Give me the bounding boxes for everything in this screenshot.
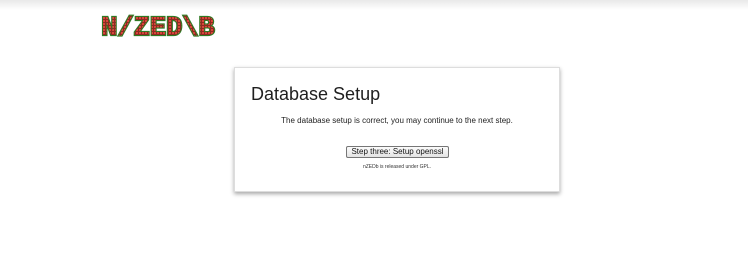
status-message: The database setup is correct, you may c… bbox=[281, 116, 513, 125]
license-note: nZEDb is released under GPL. bbox=[362, 164, 432, 170]
next-step-button[interactable]: Step three: Setup openssl bbox=[346, 146, 449, 158]
page-title: Database Setup bbox=[251, 84, 381, 104]
nzedb-logo: N/ZED\B bbox=[97, 11, 219, 45]
logo-text: N/ZED\B bbox=[101, 14, 214, 39]
setup-panel: Database Setup The database setup is cor… bbox=[234, 67, 560, 192]
top-shade bbox=[0, 0, 748, 10]
